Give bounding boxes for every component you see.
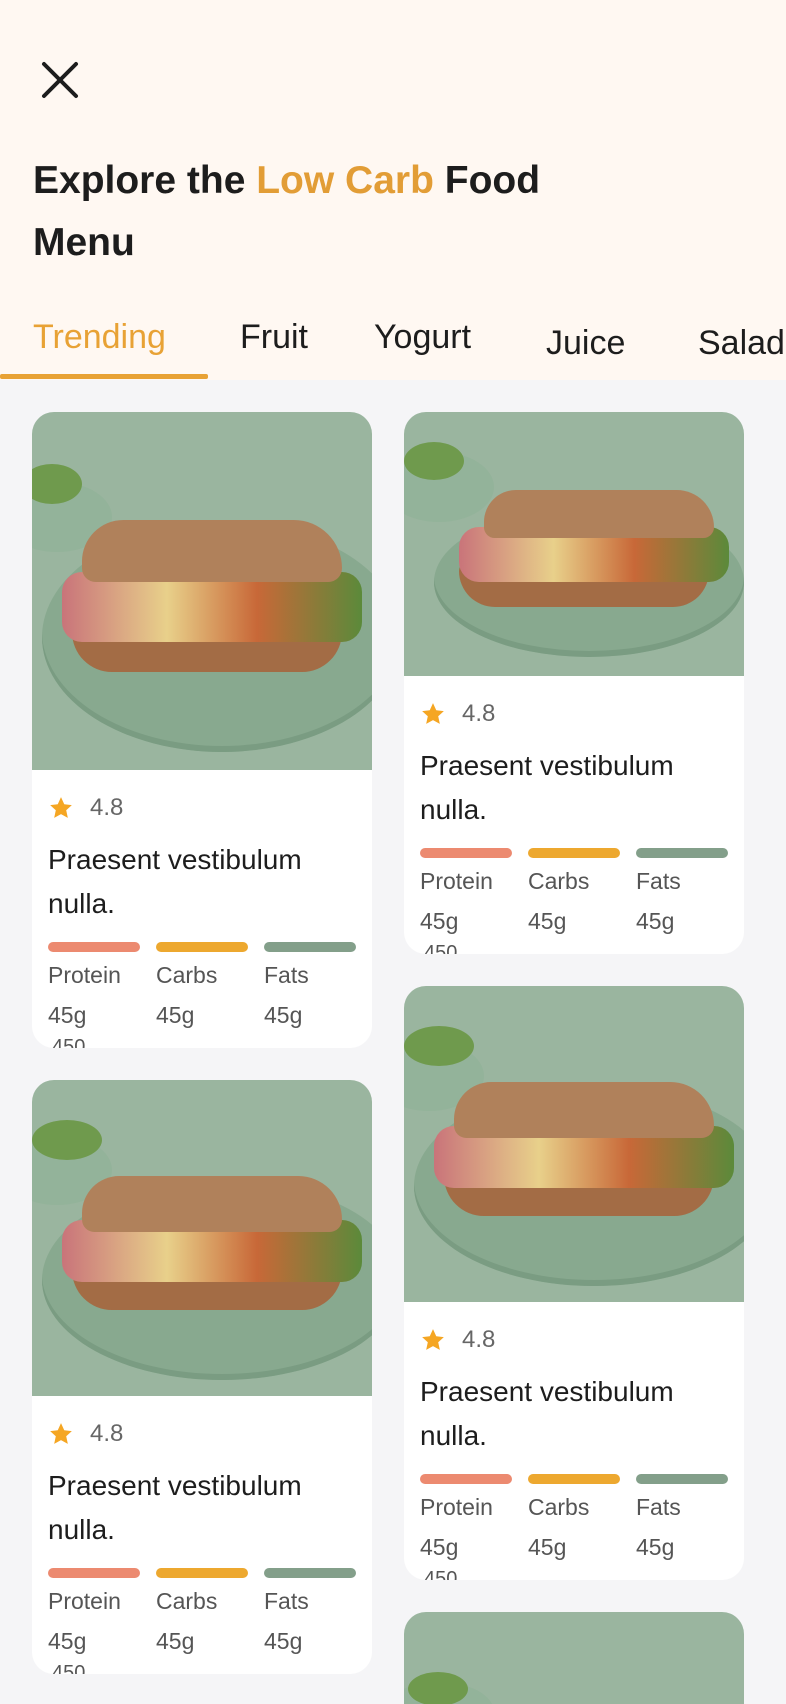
macro-bars — [48, 1568, 358, 1578]
star-icon — [422, 703, 444, 724]
star-icon — [50, 797, 72, 818]
protein-label: Protein — [420, 868, 493, 894]
tab-fruit[interactable]: Fruit — [240, 318, 308, 357]
protein-bar — [420, 1474, 512, 1484]
carbs-bar — [156, 1568, 248, 1578]
food-name: Praesent vestibulum nulla. — [48, 1470, 302, 1545]
protein-label: Protein — [420, 1494, 493, 1520]
food-image — [404, 1612, 744, 1704]
carbs-label: Carbs — [156, 1588, 218, 1614]
food-card[interactable]: 4.8 Praesent vestibulum nulla. Protein C… — [32, 1080, 372, 1674]
carbs-bar — [528, 1474, 620, 1484]
fats-bar — [636, 1474, 728, 1484]
tab-juice[interactable]: Juice — [546, 324, 625, 363]
protein-value: 45g — [48, 1628, 87, 1654]
protein-bar — [48, 942, 140, 952]
food-name: Praesent vestibulum nulla. — [48, 844, 302, 919]
rating: 4.8 — [420, 700, 495, 728]
protein-label: Protein — [48, 962, 121, 988]
fats-value: 45g — [636, 908, 675, 934]
protein-value: 45g — [420, 1534, 459, 1560]
carbs-label: Carbs — [528, 868, 590, 894]
close-icon — [42, 62, 78, 98]
fats-bar — [636, 848, 728, 858]
carbs-bar — [528, 848, 620, 858]
carbs-label: Carbs — [528, 1494, 590, 1520]
star-icon — [50, 1423, 72, 1444]
fats-value: 45g — [636, 1534, 675, 1560]
food-name: Praesent vestibulum nulla. — [420, 1376, 674, 1451]
category-tabs: Trending Fruit Yogurt Juice Salad — [0, 300, 786, 380]
rating: 4.8 — [420, 1326, 495, 1354]
fats-label: Fats — [264, 962, 309, 988]
food-card[interactable] — [404, 1612, 744, 1704]
fats-label: Fats — [264, 1588, 309, 1614]
carbs-value: 45g — [528, 908, 567, 934]
fats-bar — [264, 942, 356, 952]
food-image — [404, 986, 744, 1302]
fats-value: 45g — [264, 1628, 303, 1654]
food-card[interactable]: 4.8 Praesent vestibulum nulla. Protein C… — [32, 412, 372, 1048]
food-name: Praesent vestibulum nulla. — [420, 750, 674, 825]
macro-bars — [48, 942, 358, 952]
tab-trending[interactable]: Trending — [33, 318, 166, 357]
tab-yogurt[interactable]: Yogurt — [374, 318, 471, 357]
rating-value: 4.8 — [462, 1326, 496, 1353]
carbs-value: 45g — [156, 1002, 195, 1028]
calories-text: 450 — [52, 1036, 86, 1048]
food-card[interactable]: 4.8 Praesent vestibulum nulla. Protein C… — [404, 986, 744, 1580]
close-button[interactable] — [30, 50, 90, 110]
carbs-value: 45g — [528, 1534, 567, 1560]
food-image — [32, 412, 372, 770]
calories-text: 450 — [424, 942, 458, 954]
protein-label: Protein — [48, 1588, 121, 1614]
rating-value: 4.8 — [462, 700, 496, 727]
tab-salad[interactable]: Salad — [698, 324, 785, 363]
fats-value: 45g — [264, 1002, 303, 1028]
page-title: Explore the Low Carb Food Menu — [33, 150, 593, 274]
macro-bars — [420, 848, 730, 858]
rating: 4.8 — [48, 1420, 123, 1448]
food-image — [32, 1080, 372, 1396]
fats-label: Fats — [636, 868, 681, 894]
title-accent: Low Carb — [256, 159, 434, 202]
fats-label: Fats — [636, 1494, 681, 1520]
rating: 4.8 — [48, 794, 123, 822]
carbs-label: Carbs — [156, 962, 218, 988]
protein-bar — [420, 848, 512, 858]
title-prefix: Explore the — [33, 159, 257, 202]
fats-bar — [264, 1568, 356, 1578]
protein-value: 45g — [48, 1002, 87, 1028]
macro-bars — [420, 1474, 730, 1484]
header: Explore the Low Carb Food Menu Trending … — [0, 0, 786, 380]
active-tab-indicator — [0, 374, 208, 379]
food-card[interactable]: 4.8 Praesent vestibulum nulla. Protein C… — [404, 412, 744, 954]
food-image — [404, 412, 744, 676]
carbs-value: 45g — [156, 1628, 195, 1654]
star-icon — [422, 1329, 444, 1350]
protein-bar — [48, 1568, 140, 1578]
rating-value: 4.8 — [90, 1420, 124, 1447]
rating-value: 4.8 — [90, 794, 124, 821]
calories-text: 450 — [52, 1662, 86, 1674]
protein-value: 45g — [420, 908, 459, 934]
calories-text: 450 — [424, 1568, 458, 1580]
carbs-bar — [156, 942, 248, 952]
